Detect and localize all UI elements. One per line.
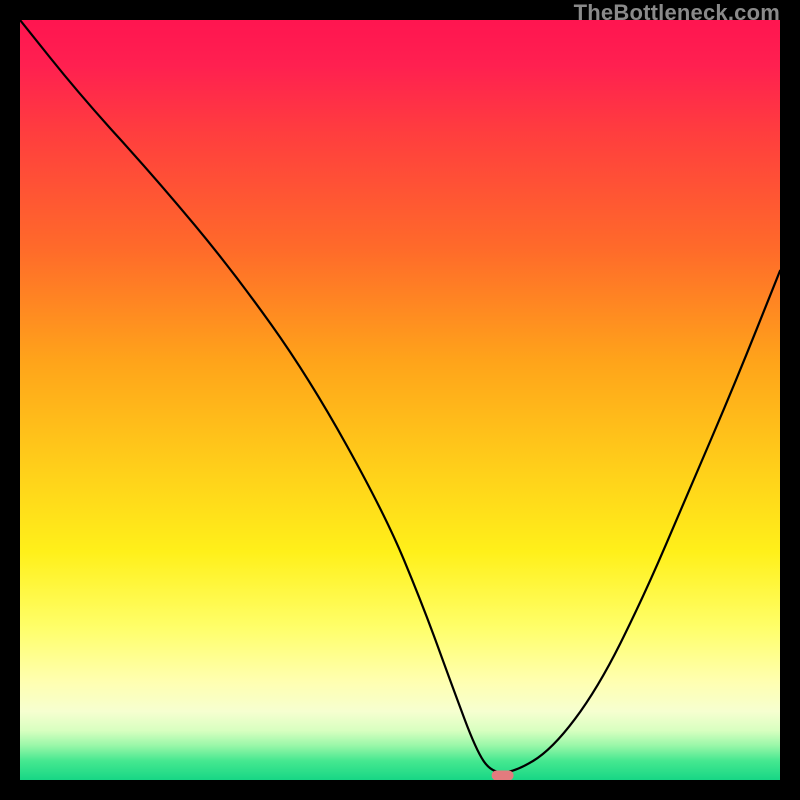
watermark-text: TheBottleneck.com xyxy=(574,0,780,26)
plot-area xyxy=(20,20,780,780)
bottleneck-chart-svg xyxy=(20,20,780,780)
optimum-marker xyxy=(492,770,514,780)
chart-frame: TheBottleneck.com xyxy=(0,0,800,800)
gradient-background xyxy=(20,20,780,780)
